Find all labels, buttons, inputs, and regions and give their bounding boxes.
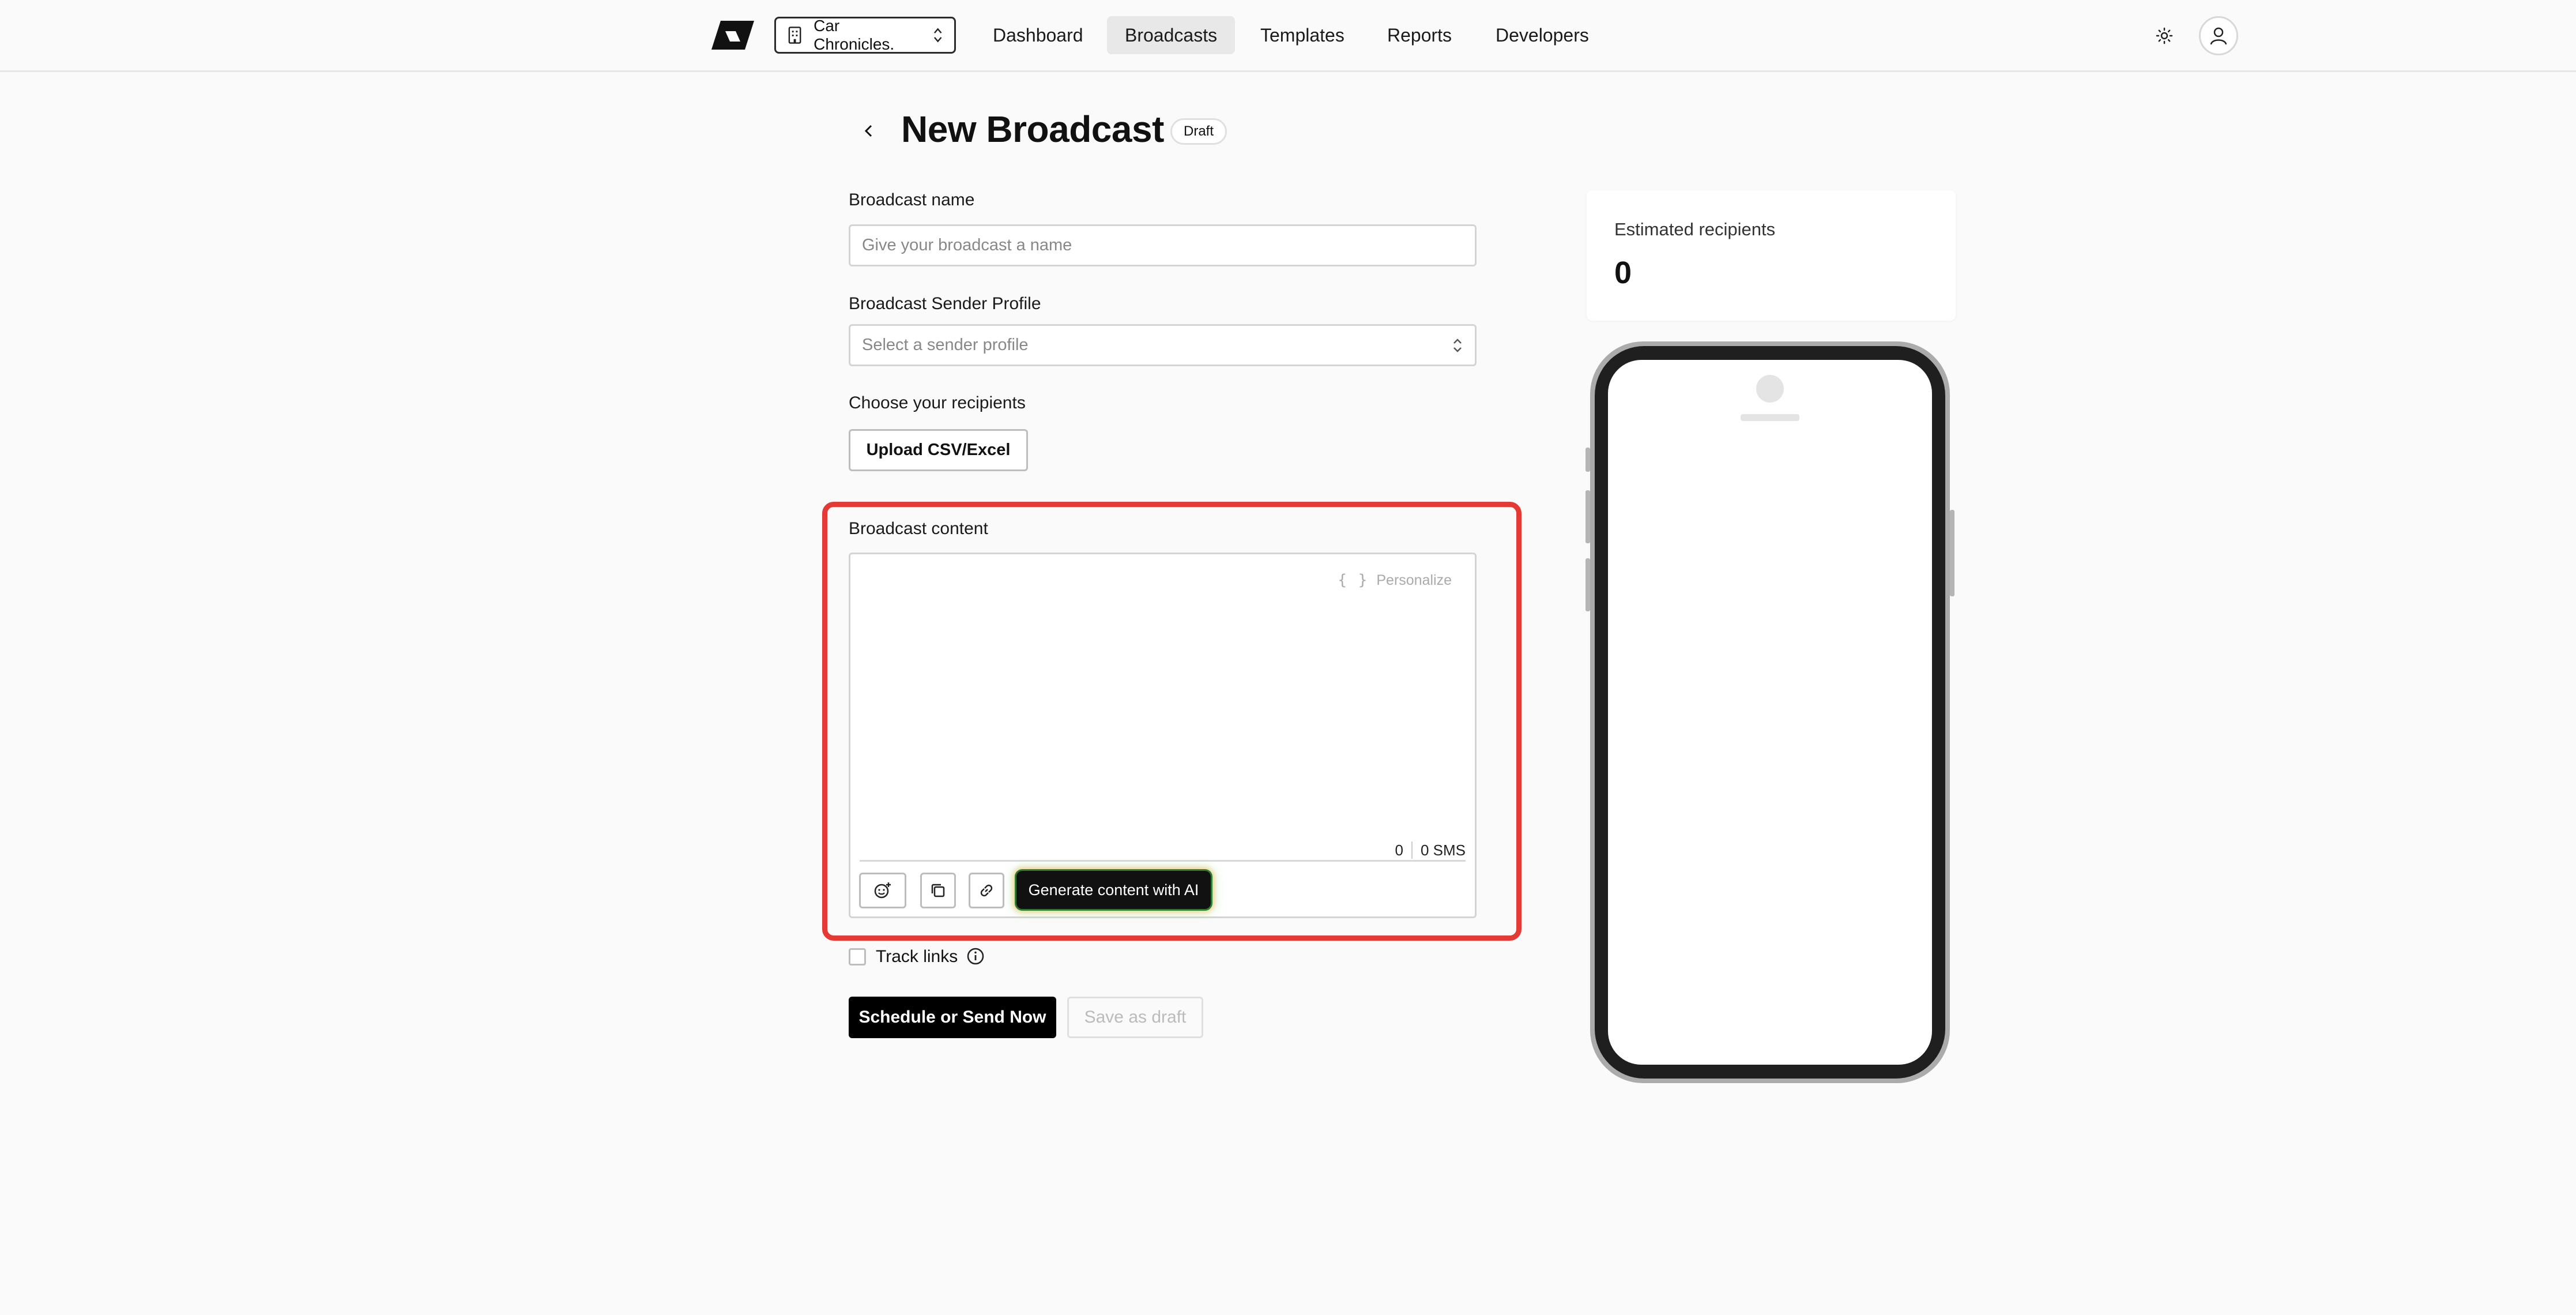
sun-icon: [2156, 27, 2173, 44]
char-count: 0: [1395, 841, 1403, 859]
sms-count: 0 SMS: [1420, 841, 1466, 859]
link-icon: [980, 884, 993, 897]
phone-preview: [1585, 341, 1954, 1083]
track-links-checkbox[interactable]: [849, 948, 866, 965]
nav-dashboard[interactable]: Dashboard: [975, 16, 1101, 54]
sender-profile-label: Broadcast Sender Profile: [849, 294, 1041, 313]
save-draft-button[interactable]: Save as draft: [1067, 997, 1203, 1038]
chevron-up-down-icon: [1453, 338, 1462, 352]
user-menu-button[interactable]: [2199, 16, 2238, 55]
broadcast-content-editor[interactable]: { } Personalize 0 0 SMS Generate content…: [849, 553, 1477, 918]
counter-divider: [1411, 841, 1413, 859]
broadcast-name-field[interactable]: [849, 224, 1477, 266]
personalize-label: Personalize: [1376, 572, 1452, 588]
character-counter: 0 0 SMS: [1395, 841, 1466, 859]
copy-button[interactable]: [920, 873, 956, 908]
chevron-up-down-icon: [933, 28, 942, 43]
upload-csv-button[interactable]: Upload CSV/Excel: [849, 429, 1028, 471]
building-icon: [788, 27, 801, 44]
phone-camera-icon: [1756, 375, 1784, 403]
personalize-button[interactable]: { } Personalize: [1338, 572, 1452, 589]
theme-toggle-button[interactable]: [2153, 24, 2176, 47]
nav-broadcasts[interactable]: Broadcasts: [1107, 16, 1236, 54]
sender-profile-select[interactable]: Select a sender profile: [849, 324, 1477, 366]
editor-divider: [860, 860, 1466, 862]
broadcast-name-input[interactable]: [862, 236, 1463, 255]
insert-link-button[interactable]: [969, 873, 1004, 908]
generate-ai-content-button[interactable]: Generate content with AI: [1016, 871, 1211, 909]
broadcast-name-label: Broadcast name: [849, 190, 975, 209]
back-chevron-icon[interactable]: [859, 121, 879, 141]
top-nav-bar: Car Chronicles. Dashboard Broadcasts Tem…: [0, 0, 2576, 72]
copy-icon: [931, 884, 945, 897]
page-title: New Broadcast: [901, 108, 1164, 150]
braces-icon: { }: [1338, 572, 1369, 589]
user-icon: [2210, 27, 2227, 45]
estimated-recipients-card: Estimated recipients 0: [1587, 190, 1956, 321]
sender-profile-placeholder: Select a sender profile: [862, 336, 1029, 354]
nav-templates[interactable]: Templates: [1242, 16, 1362, 54]
estimated-recipients-label: Estimated recipients: [1614, 219, 1776, 239]
app-logo-icon[interactable]: [710, 18, 755, 52]
schedule-send-button[interactable]: Schedule or Send Now: [849, 997, 1056, 1038]
nav-reports[interactable]: Reports: [1369, 16, 1470, 54]
track-links-label: Track links: [876, 947, 958, 966]
estimated-recipients-value: 0: [1614, 256, 1632, 290]
broadcast-content-label: Broadcast content: [849, 519, 988, 538]
emoji-button[interactable]: [859, 873, 906, 908]
recipients-label: Choose your recipients: [849, 393, 1026, 412]
nav-developers[interactable]: Developers: [1478, 16, 1607, 54]
organization-name: Car Chronicles.: [814, 17, 895, 53]
organization-switcher[interactable]: Car Chronicles.: [774, 17, 956, 54]
info-icon[interactable]: [966, 946, 985, 966]
emoji-add-icon: [874, 882, 891, 899]
status-badge: Draft: [1170, 118, 1227, 145]
